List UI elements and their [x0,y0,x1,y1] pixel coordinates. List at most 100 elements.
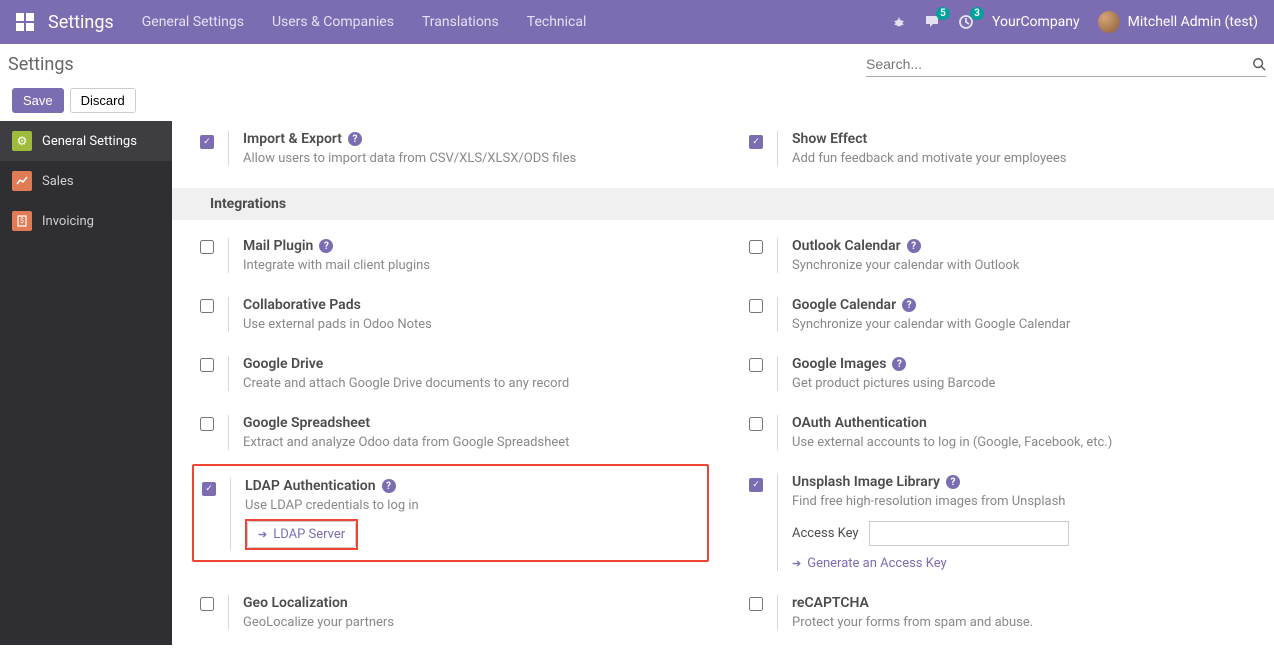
access-key-input[interactable] [869,521,1069,546]
setting-collaborative-pads: Collaborative Pads Use external pads in … [200,287,709,346]
checkbox-google-drive[interactable] [200,358,214,372]
setting-title: Show Effect [792,131,867,147]
user-name: Mitchell Admin (test) [1128,14,1258,30]
user-menu[interactable]: Mitchell Admin (test) [1098,11,1258,33]
help-icon[interactable]: ? [319,239,333,253]
invoice-icon: $ [12,211,32,231]
access-key-row: Access Key [792,521,1258,546]
setting-ldap: ✓ LDAP Authentication? Use LDAP credenti… [202,468,705,554]
search-icon[interactable] [1252,57,1266,71]
setting-unsplash: ✓ Unsplash Image Library? Find free high… [749,464,1258,585]
sidebar-item-invoicing[interactable]: $ Invoicing [0,201,172,241]
setting-title: Outlook Calendar [792,238,901,254]
setting-title: OAuth Authentication [792,415,927,431]
checkbox-geo[interactable] [200,597,214,611]
setting-google-spreadsheet: Google Spreadsheet Extract and analyze O… [200,405,709,464]
help-icon[interactable]: ? [902,298,916,312]
setting-title: Google Spreadsheet [243,415,370,431]
menu-users-companies[interactable]: Users & Companies [272,14,394,30]
menu-technical[interactable]: Technical [527,14,587,30]
top-navbar: Settings General Settings Users & Compan… [0,0,1274,44]
settings-sidebar: ⚙ General Settings Sales $ Invoicing [0,121,172,645]
checkbox-outlook-calendar[interactable] [749,240,763,254]
setting-title: Google Calendar [792,297,896,313]
checkbox-unsplash[interactable]: ✓ [749,478,763,492]
setting-google-images: Google Images? Get product pictures usin… [749,346,1258,405]
setting-title: Google Images [792,356,886,372]
help-icon[interactable]: ? [382,479,396,493]
sidebar-item-label: General Settings [42,134,137,149]
messages-icon[interactable]: 5 [924,14,940,30]
topnav-right: 5 3 YourCompany Mitchell Admin (test) [892,11,1258,33]
ldap-server-label: LDAP Server [273,527,345,542]
activities-icon[interactable]: 3 [958,14,974,30]
section-header-integrations: Integrations [172,188,1274,220]
sidebar-item-general-settings[interactable]: ⚙ General Settings [0,121,172,161]
setting-import-export: ✓ Import & Export? Allow users to import… [200,121,709,180]
gear-icon: ⚙ [12,131,32,151]
checkbox-recaptcha[interactable] [749,597,763,611]
search-input[interactable] [866,54,1252,74]
access-key-label: Access Key [792,526,859,541]
setting-desc: Find free high-resolution images from Un… [792,494,1258,509]
setting-recaptcha: reCAPTCHA Protect your forms from spam a… [749,585,1258,644]
apps-icon[interactable] [16,13,34,31]
chart-icon [12,171,32,191]
activities-badge: 3 [970,7,984,20]
checkbox-show-effect[interactable]: ✓ [749,135,763,149]
checkbox-import-export[interactable]: ✓ [200,135,214,149]
checkbox-google-images[interactable] [749,358,763,372]
setting-title: Unsplash Image Library [792,474,940,490]
setting-oauth: OAuth Authentication Use external accoun… [749,405,1258,464]
setting-show-effect: ✓ Show Effect Add fun feedback and motiv… [749,121,1258,180]
help-icon[interactable]: ? [907,239,921,253]
checkbox-ldap[interactable]: ✓ [202,482,216,496]
setting-google-drive: Google Drive Create and attach Google Dr… [200,346,709,405]
setting-desc: Add fun feedback and motivate your emplo… [792,151,1258,166]
checkbox-google-spreadsheet[interactable] [200,417,214,431]
sidebar-item-label: Invoicing [42,214,94,229]
ldap-server-button[interactable]: ➔ LDAP Server [247,521,356,548]
action-bar: Save Discard [0,84,1274,121]
search-box[interactable] [866,54,1266,77]
checkbox-mail-plugin[interactable] [200,240,214,254]
setting-title: Geo Localization [243,595,348,611]
setting-desc: Use external accounts to log in (Google,… [792,435,1258,450]
checkbox-oauth[interactable] [749,417,763,431]
setting-desc: Use external pads in Odoo Notes [243,317,709,332]
checkbox-collaborative-pads[interactable] [200,299,214,313]
settings-main[interactable]: ✓ Import & Export? Allow users to import… [172,121,1274,645]
help-icon[interactable]: ? [348,132,362,146]
setting-title: reCAPTCHA [792,595,869,611]
help-icon[interactable]: ? [946,475,960,489]
setting-desc: Protect your forms from spam and abuse. [792,615,1258,630]
save-button[interactable]: Save [12,88,64,113]
setting-desc: Create and attach Google Drive documents… [243,376,709,391]
generate-access-key-link[interactable]: ➔ Generate an Access Key [792,556,947,571]
menu-translations[interactable]: Translations [422,14,499,30]
highlight-ldap-button: ➔ LDAP Server [245,519,358,550]
setting-desc: Extract and analyze Odoo data from Googl… [243,435,709,450]
arrow-right-icon: ➔ [792,557,801,570]
setting-title: Mail Plugin [243,238,313,254]
setting-title: LDAP Authentication [245,478,376,494]
setting-desc: Allow users to import data from CSV/XLS/… [243,151,709,166]
setting-google-calendar: Google Calendar? Synchronize your calend… [749,287,1258,346]
highlight-ldap: ✓ LDAP Authentication? Use LDAP credenti… [192,464,709,562]
debug-icon[interactable] [892,15,906,29]
setting-desc: Integrate with mail client plugins [243,258,709,273]
svg-text:$: $ [20,217,24,225]
setting-desc: Synchronize your calendar with Google Ca… [792,317,1258,332]
avatar [1098,11,1120,33]
menu-general-settings[interactable]: General Settings [142,14,244,30]
brand-title[interactable]: Settings [48,12,114,33]
sidebar-item-sales[interactable]: Sales [0,161,172,201]
control-bar: Settings [0,44,1274,84]
checkbox-google-calendar[interactable] [749,299,763,313]
help-icon[interactable]: ? [892,357,906,371]
body: ⚙ General Settings Sales $ Invoicing ✓ I… [0,121,1274,645]
discard-button[interactable]: Discard [70,88,136,113]
company-selector[interactable]: YourCompany [992,14,1080,30]
setting-title: Import & Export [243,131,342,147]
setting-desc: Synchronize your calendar with Outlook [792,258,1258,273]
